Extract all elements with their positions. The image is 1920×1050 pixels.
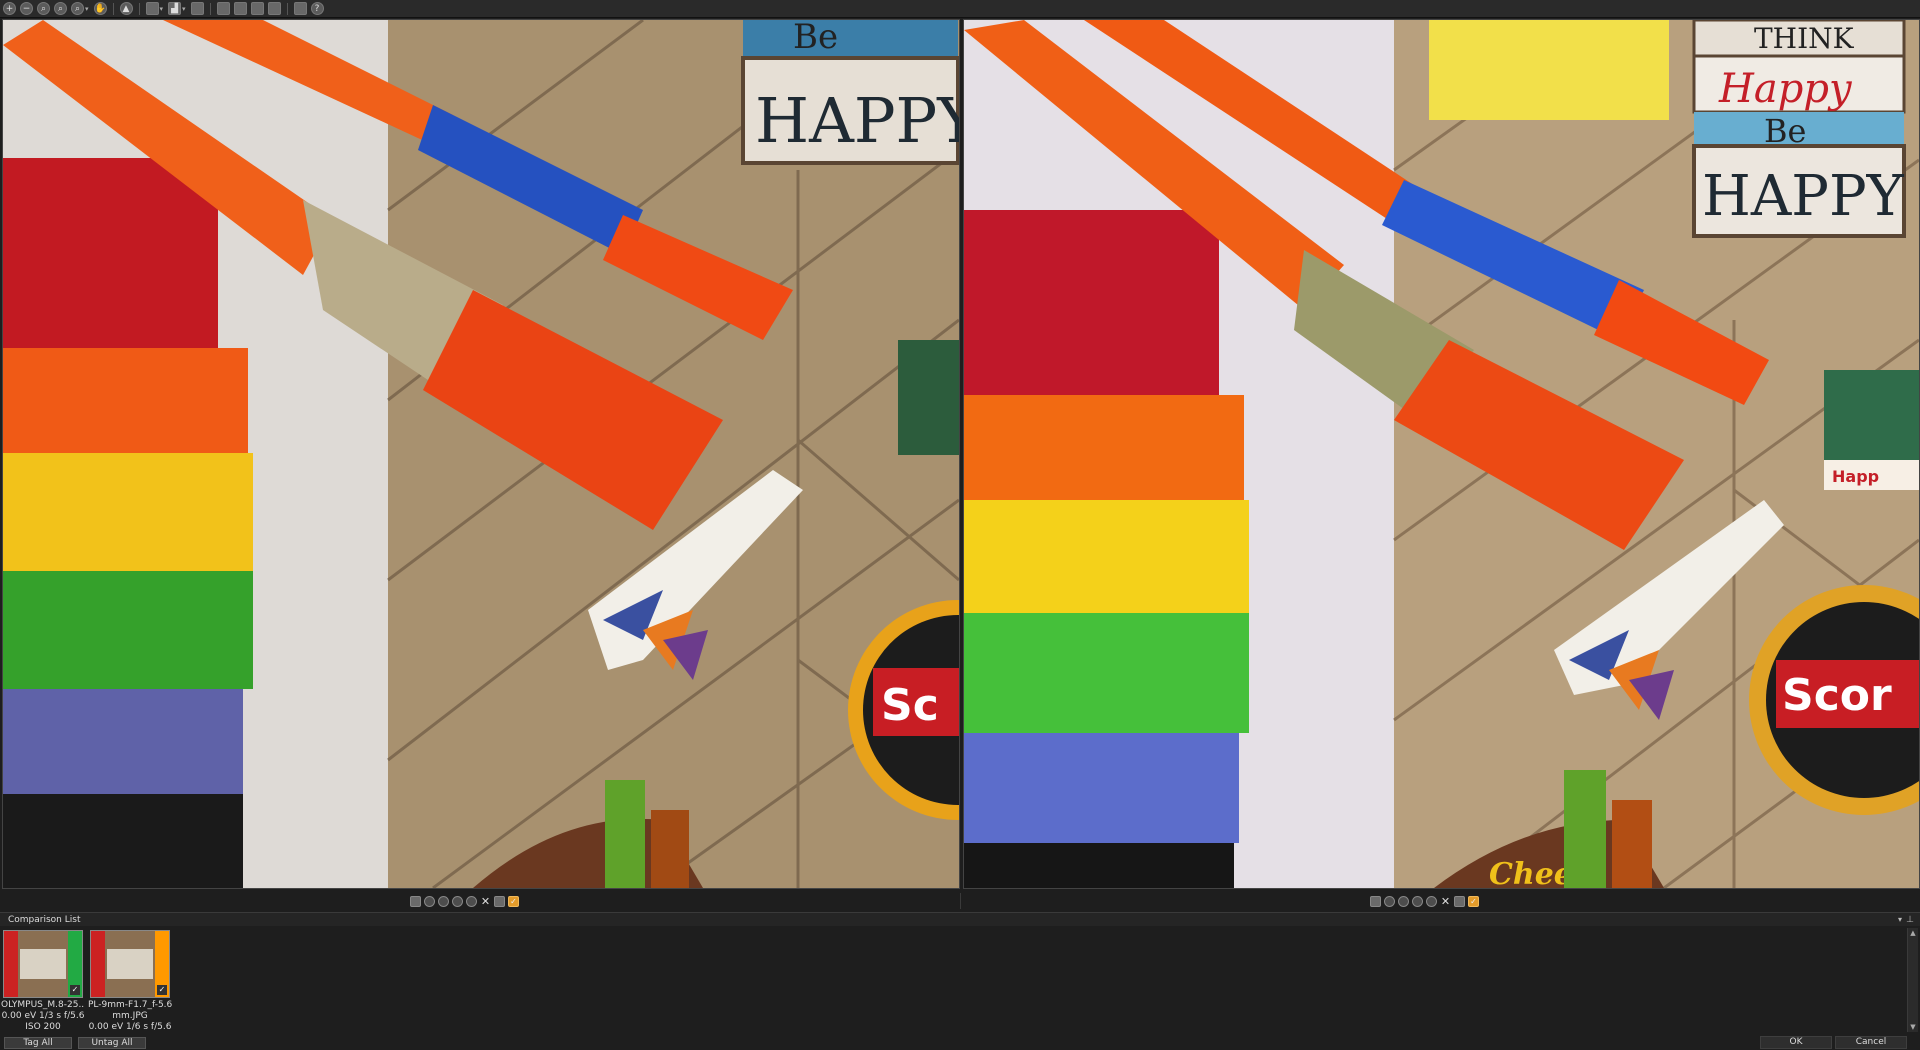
magnify-dropdown-icon[interactable]: ▾ [85, 5, 89, 13]
pane-divider [960, 893, 961, 909]
histogram-dropdown-icon[interactable]: ▾ [182, 5, 186, 13]
ok-button[interactable]: OK [1760, 1036, 1832, 1049]
toolbar-divider [209, 2, 211, 15]
pin-icon[interactable]: ⊥ [1906, 913, 1914, 927]
thumbnail-1-name: OLYMPUS_M.8-25... [1, 1000, 85, 1010]
thumbnail-1-iso: ISO 200 [25, 1022, 61, 1032]
right-image-viewer[interactable]: THINK Happy Be HAPPY Happ Scor Cheers [963, 19, 1920, 889]
tag-all-button[interactable]: Tag All [4, 1037, 72, 1049]
happy-sign: Be HAPPY [741, 20, 959, 165]
left-photo: Be HAPPY Sc [3, 20, 959, 888]
highlight-icon[interactable]: ▲ [119, 2, 133, 15]
next-icon[interactable] [1398, 895, 1409, 907]
magnify-icon[interactable]: ⌕ [71, 2, 84, 15]
chevron-down-icon[interactable]: ▾ [1898, 913, 1902, 927]
left-pane-toolbar: ✕ ✓ [410, 893, 519, 909]
scroll-down-icon[interactable]: ▼ [1908, 1022, 1918, 1032]
histogram-icon[interactable]: ▟ [168, 2, 182, 15]
main-toolbar: + − ⌕ ⌕ ⌕ ▾ ✋ ▲ ▾ ▟ ▾ ? [0, 0, 1920, 18]
zoom-in-icon[interactable] [452, 895, 463, 907]
save-icon[interactable] [410, 895, 421, 907]
view-dropdown-icon[interactable]: ▾ [160, 5, 164, 13]
comparison-list-scrollbar[interactable]: ▲ ▼ [1907, 928, 1918, 1032]
untag-all-button[interactable]: Untag All [78, 1037, 146, 1049]
sign-line-think: THINK [1754, 22, 1855, 55]
thumbnail-2-extension: mm.JPG [112, 1011, 148, 1021]
pan-hand-icon[interactable]: ✋ [93, 2, 107, 15]
zoom-out-icon[interactable] [466, 895, 477, 907]
grid-icon[interactable] [1454, 895, 1465, 907]
thumbnail-2[interactable]: ✓ [90, 930, 170, 998]
dartboard-score-text: Sc [881, 680, 939, 731]
cancel-button[interactable]: Cancel [1835, 1036, 1907, 1049]
rainbow-sock [3, 158, 253, 888]
zoom-in-icon[interactable]: + [3, 2, 16, 15]
thumbnail-1-exposure: 0.00 eV 1/3 s f/5.6 [1, 1011, 85, 1021]
dartboard-score-text: Scor [1782, 670, 1892, 721]
thumbnail-1[interactable]: ✓ [3, 930, 83, 998]
right-pane-toolbar: ✕ ✓ [1370, 893, 1479, 909]
comparison-list-header: Comparison List ▾ ⊥ [0, 912, 1920, 926]
sign-line-happy: HAPPY [755, 84, 959, 157]
save-icon[interactable] [1370, 895, 1381, 907]
toolbar-divider [138, 2, 140, 15]
sign-line-happy: HAPPY [1702, 164, 1905, 229]
close-icon[interactable]: ✕ [1440, 896, 1451, 907]
yellow-sponge [1429, 20, 1669, 120]
previous-icon[interactable] [1384, 895, 1395, 907]
tagged-check-icon[interactable]: ✓ [70, 985, 80, 995]
right-photo: THINK Happy Be HAPPY Happ Scor Cheers [964, 20, 1919, 888]
toolbar-divider [112, 2, 114, 15]
comparison-list-title: Comparison List [8, 915, 81, 925]
zoom-out-icon[interactable]: − [20, 2, 33, 15]
pool-table-sticker [898, 340, 959, 455]
thumbnail-2-exposure: 0.00 eV 1/6 s f/5.6 [88, 1022, 172, 1032]
sign-line-be: Be [793, 20, 838, 57]
happy-sign: THINK Happy Be HAPPY [1692, 20, 1906, 238]
settings-icon[interactable] [293, 2, 307, 15]
next-icon[interactable] [438, 895, 449, 907]
zoom-out-icon[interactable] [1426, 895, 1437, 907]
layout-icon[interactable] [190, 2, 204, 15]
copy-icon[interactable] [250, 2, 264, 15]
left-image-viewer[interactable]: Be HAPPY Sc [2, 19, 960, 889]
sign-line-happy-script: Happy [1718, 66, 1853, 112]
zoom-fit-icon[interactable]: ⌕ [37, 2, 50, 15]
pool-table-sticker: Happ [1824, 370, 1919, 490]
help-icon[interactable]: ? [310, 2, 324, 15]
toolbar-divider [286, 2, 288, 15]
previous-icon[interactable] [424, 895, 435, 907]
happy-badge-text: Happ [1832, 467, 1879, 486]
thumbnail-2-name: PL-9mm-F1.7_f-5.6... [88, 1000, 172, 1010]
tagged-check-icon[interactable]: ✓ [157, 985, 167, 995]
scroll-up-icon[interactable]: ▲ [1908, 928, 1918, 938]
close-icon[interactable]: ✕ [480, 896, 491, 907]
single-view-icon[interactable] [145, 2, 159, 15]
rainbow-sock [964, 210, 1249, 888]
tag-checkbox-icon[interactable]: ✓ [508, 895, 519, 907]
grid-icon[interactable] [494, 895, 505, 907]
compare-icon[interactable] [216, 2, 230, 15]
duplicate-icon[interactable] [267, 2, 281, 15]
zoom-actual-icon[interactable]: ⌕ [54, 2, 67, 15]
tag-checkbox-icon[interactable]: ✓ [1468, 895, 1479, 907]
zoom-in-icon[interactable] [1412, 895, 1423, 907]
crop-icon[interactable] [233, 2, 247, 15]
